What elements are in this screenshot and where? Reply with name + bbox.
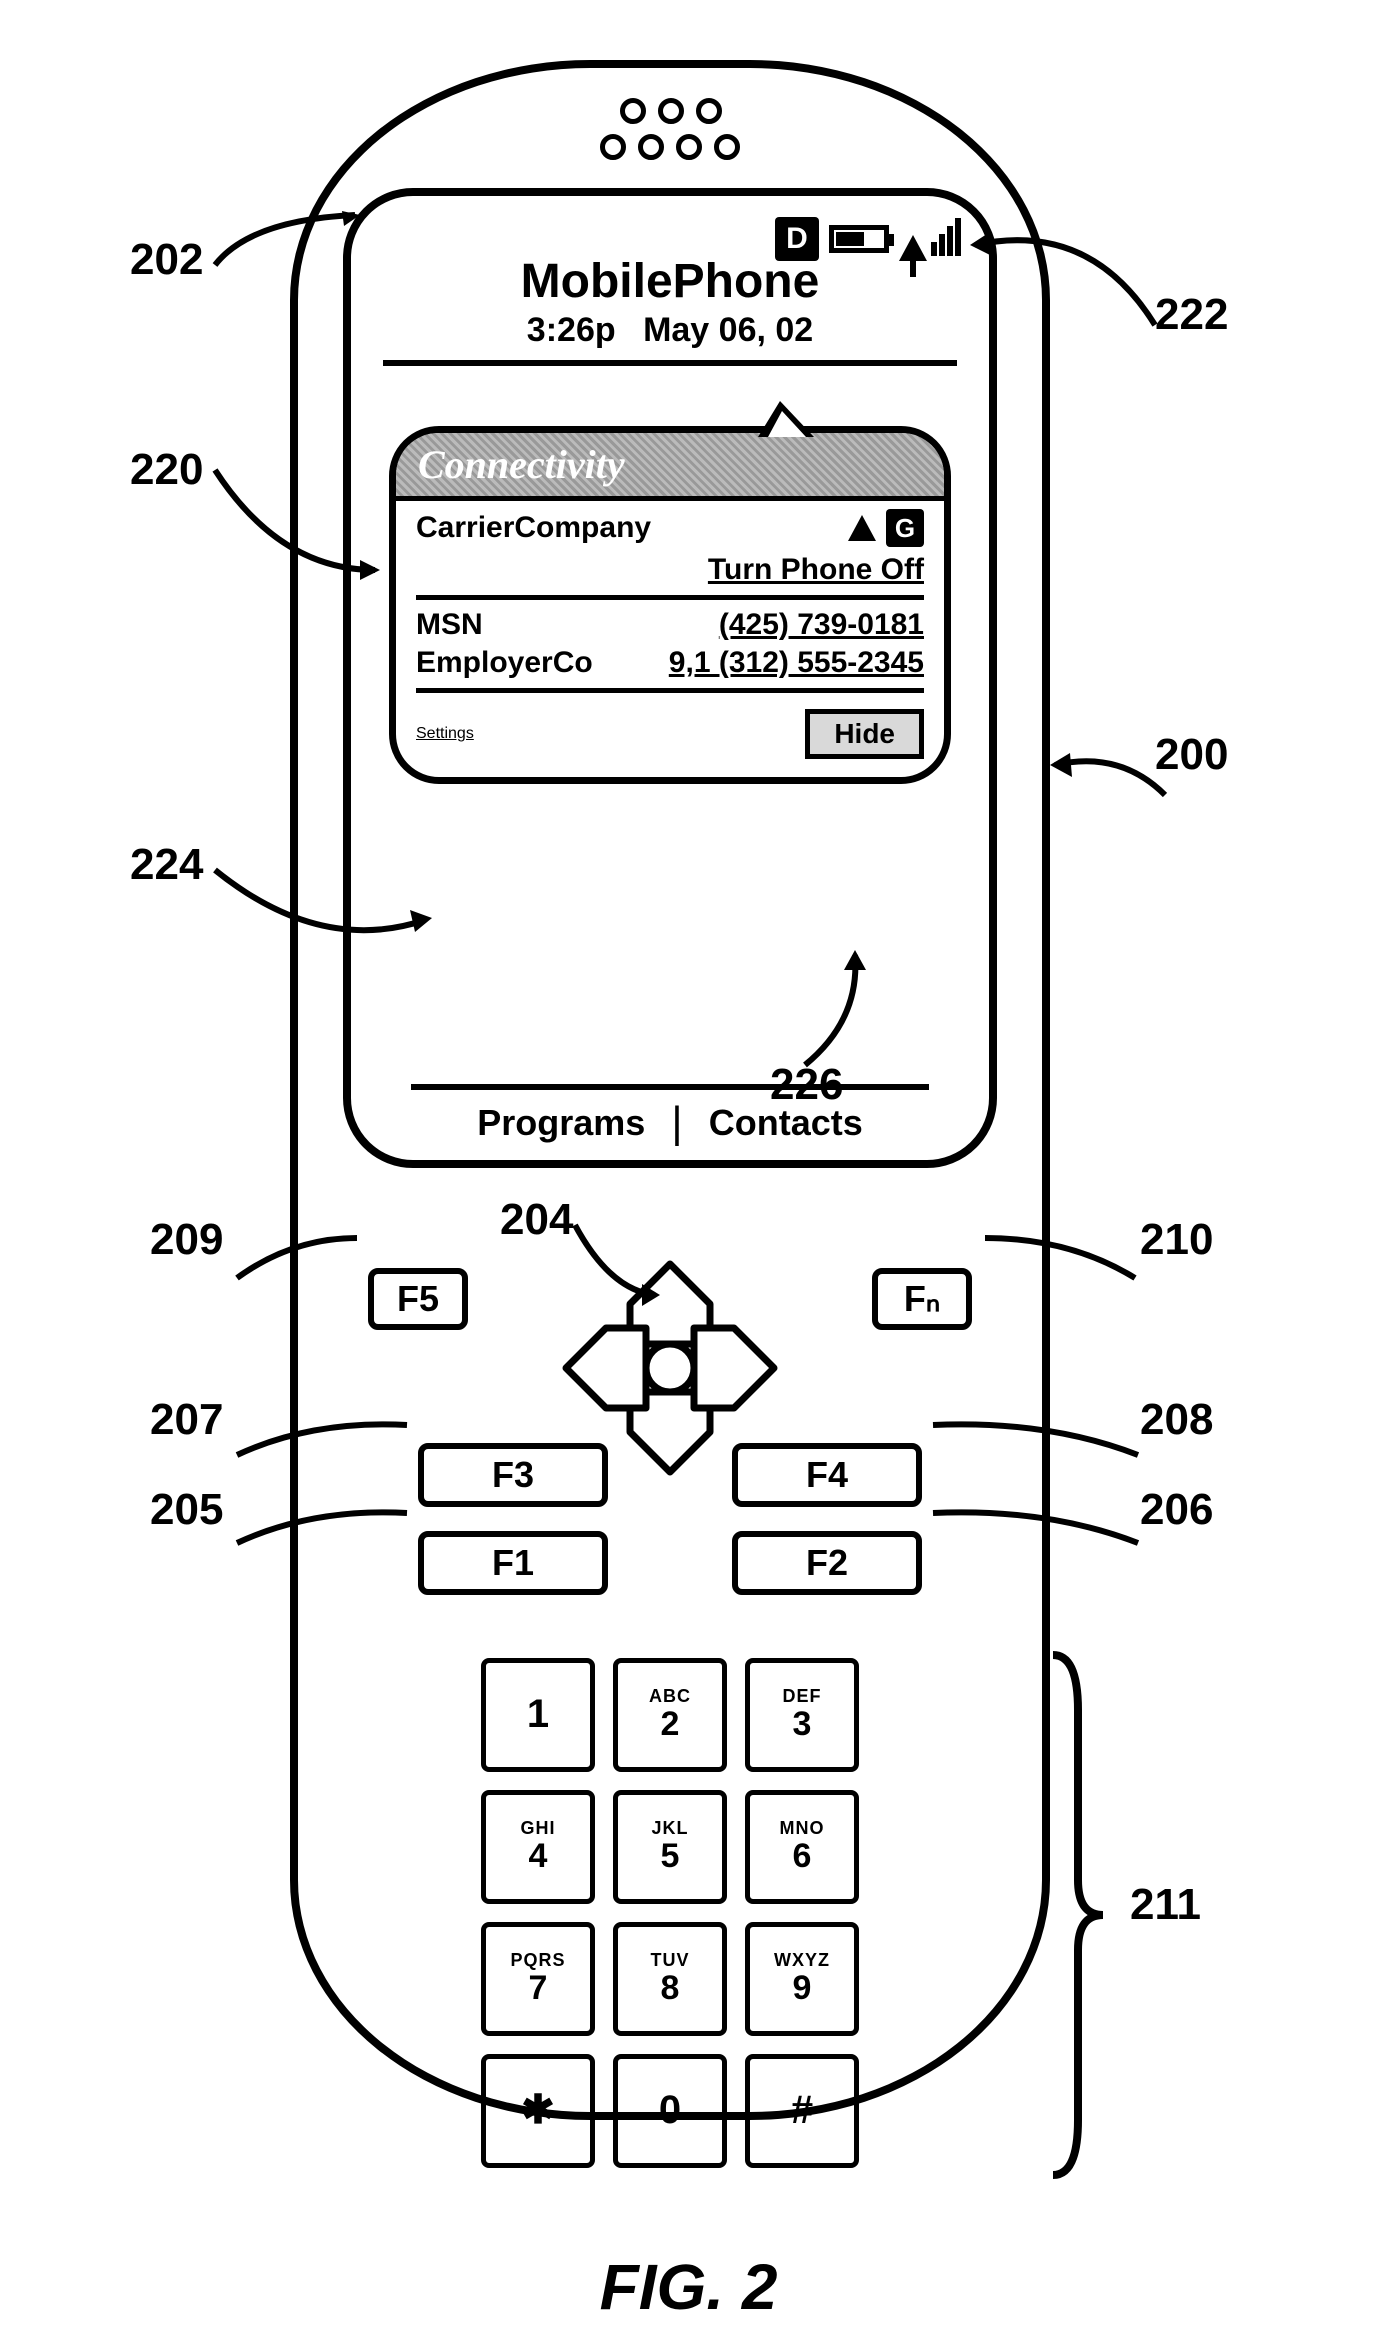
connectivity-title: Connectivity [396,433,944,501]
callout-209: 209 [150,1215,223,1265]
key-sublabel: TUV [651,1950,690,1971]
key-mainlabel: 4 [529,1837,548,1876]
key-sublabel: DEF [783,1686,822,1707]
hide-button[interactable]: Hide [805,709,924,759]
settings-link[interactable]: Settings [416,725,474,743]
key-7[interactable]: PQRS7 [481,1922,595,2036]
carrier-label: CarrierCompany [416,511,651,545]
key-✱[interactable]: ✱ [481,2054,595,2168]
key-1[interactable]: 1 [481,1658,595,1772]
numeric-keypad: 1ABC2DEF3GHI4JKL5MNO6PQRS7TUV8WXYZ9✱0# [481,1658,859,2168]
callout-204: 204 [500,1195,573,1245]
connectivity-popup: Connectivity CarrierCompany G Turn Phone… [389,426,951,784]
conn-employer-label: EmployerCo [416,646,593,680]
callout-202: 202 [130,235,203,285]
brace-icon [1048,1650,1108,2180]
key-sublabel: GHI [520,1818,555,1839]
bubble-pointer-icon [758,401,814,437]
key-sublabel: ABC [649,1686,691,1707]
key-sublabel: JKL [651,1818,688,1839]
f2-key[interactable]: F2 [732,1531,922,1595]
key-#[interactable]: # [745,2054,859,2168]
key-mainlabel: 3 [793,1705,812,1744]
f4-key[interactable]: F4 [732,1443,922,1507]
key-mainlabel: 7 [529,1969,548,2008]
f3-key[interactable]: F3 [418,1443,608,1507]
callout-211: 211 [1130,1880,1201,1930]
callout-206: 206 [1140,1485,1213,1535]
callout-224: 224 [130,840,203,890]
callout-207: 207 [150,1395,223,1445]
battery-icon [829,225,889,253]
up-arrow-icon [848,515,876,541]
softkey-row: Programs | Contacts [411,1084,929,1148]
key-mainlabel: # [791,2088,813,2133]
speaker-grille [600,98,740,178]
softkey-programs[interactable]: Programs [477,1102,645,1144]
callout-220: 220 [130,445,203,495]
key-0[interactable]: 0 [613,2054,727,2168]
key-5[interactable]: JKL5 [613,1790,727,1904]
key-sublabel: MNO [780,1818,825,1839]
app-title: MobilePhone [379,254,961,309]
key-6[interactable]: MNO6 [745,1790,859,1904]
callout-208: 208 [1140,1395,1213,1445]
date-label: May 06, 02 [643,311,813,349]
key-3[interactable]: DEF3 [745,1658,859,1772]
datetime-label: 3:26p May 06, 02 [379,311,961,350]
key-sublabel: PQRS [510,1950,565,1971]
turn-phone-off-link[interactable]: Turn Phone Off [708,553,924,587]
key-4[interactable]: GHI4 [481,1790,595,1904]
conn-msn-label: MSN [416,608,483,642]
key-mainlabel: ✱ [521,2087,555,2133]
key-2[interactable]: ABC2 [613,1658,727,1772]
time-label: 3:26p [527,311,616,349]
f1-key[interactable]: F1 [418,1531,608,1595]
figure-caption: FIG. 2 [0,2250,1377,2324]
signal-icon [899,218,961,261]
key-sublabel: WXYZ [774,1950,830,1971]
key-mainlabel: 8 [661,1969,680,2008]
gprs-icon: G [886,509,924,547]
key-9[interactable]: WXYZ9 [745,1922,859,2036]
callout-210: 210 [1140,1215,1213,1265]
fn-key[interactable]: Fₙ [872,1268,972,1330]
key-mainlabel: 2 [661,1705,680,1744]
conn-msn-value[interactable]: (425) 739-0181 [719,608,924,642]
key-mainlabel: 1 [527,1692,549,1737]
key-mainlabel: 6 [793,1837,812,1876]
key-mainlabel: 0 [659,2088,681,2133]
phone-body: D MobilePhone 3:26p May 06, 02 [290,60,1050,2120]
key-8[interactable]: TUV8 [613,1922,727,2036]
f5-key[interactable]: F5 [368,1268,468,1330]
callout-205: 205 [150,1485,223,1535]
key-mainlabel: 5 [661,1837,680,1876]
callout-222: 222 [1155,290,1228,340]
key-mainlabel: 9 [793,1969,812,2008]
conn-employer-value[interactable]: 9,1 (312) 555-2345 [669,646,924,680]
